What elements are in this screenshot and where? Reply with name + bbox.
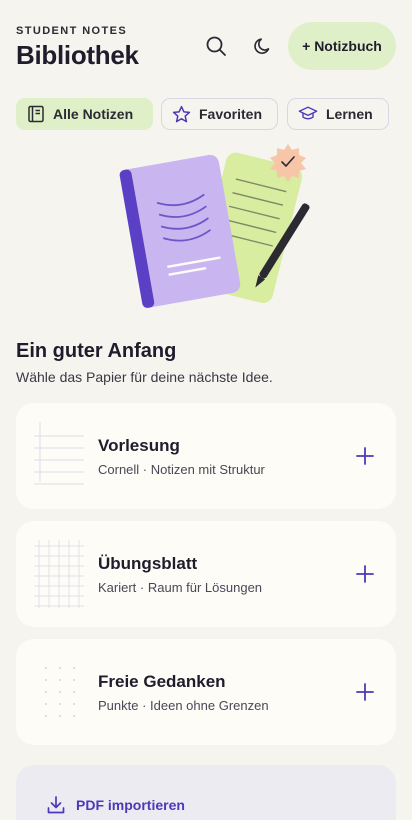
template-title: Freie Gedanken [98, 672, 226, 691]
tab-favorites[interactable]: Favoriten [161, 98, 278, 130]
template-card-lecture[interactable]: Vorlesung Cornell · Notizen mit Struktur [16, 403, 396, 509]
notebook-icon [28, 105, 44, 123]
tab-all-notes[interactable]: Alle Notizen [16, 98, 153, 130]
hero-illustration [100, 140, 320, 312]
plus-icon[interactable] [354, 681, 376, 703]
theme-toggle-button[interactable] [249, 32, 277, 60]
import-pdf-button[interactable]: PDF importieren [46, 795, 185, 815]
import-label: PDF importieren [76, 797, 185, 813]
search-icon [206, 36, 226, 56]
plus-icon[interactable] [354, 445, 376, 467]
grid-paper-thumbnail [34, 540, 84, 608]
dotted-paper-thumbnail [34, 658, 84, 726]
tab-label: Favoriten [199, 106, 263, 122]
plus-icon[interactable] [354, 563, 376, 585]
lined-paper-thumbnail [34, 422, 84, 490]
graduation-cap-icon [298, 106, 318, 120]
template-subtitle: Kariert · Raum für Lösungen [98, 580, 263, 595]
section-title: Ein guter Anfang [16, 340, 177, 362]
tab-label: Lernen [326, 106, 373, 122]
app-eyebrow: STUDENT NOTES [16, 25, 128, 37]
download-icon [47, 796, 65, 814]
tab-learn[interactable]: Lernen [287, 98, 389, 130]
star-icon [172, 105, 191, 122]
import-panel: PDF importieren [16, 765, 396, 820]
template-card-free-thoughts[interactable]: Freie Gedanken Punkte · Ideen ohne Grenz… [16, 639, 396, 745]
tab-label: Alle Notizen [53, 106, 134, 122]
section-subtitle: Wähle das Papier für deine nächste Idee. [16, 369, 273, 385]
template-subtitle: Punkte · Ideen ohne Grenzen [98, 698, 269, 713]
template-title: Übungsblatt [98, 554, 198, 573]
new-notebook-button[interactable]: + Notizbuch [288, 22, 396, 70]
template-subtitle: Cornell · Notizen mit Struktur [98, 462, 265, 477]
filter-tabs: Alle Notizen Favoriten Lernen [16, 98, 396, 130]
app-header: STUDENT NOTES Bibliothek + Notizbuch [16, 22, 396, 70]
search-button[interactable] [202, 32, 230, 60]
page-title: Bibliothek [16, 40, 139, 70]
template-card-worksheet[interactable]: Übungsblatt Kariert · Raum für Lösungen [16, 521, 396, 627]
moon-icon [254, 38, 270, 54]
template-title: Vorlesung [98, 436, 180, 455]
